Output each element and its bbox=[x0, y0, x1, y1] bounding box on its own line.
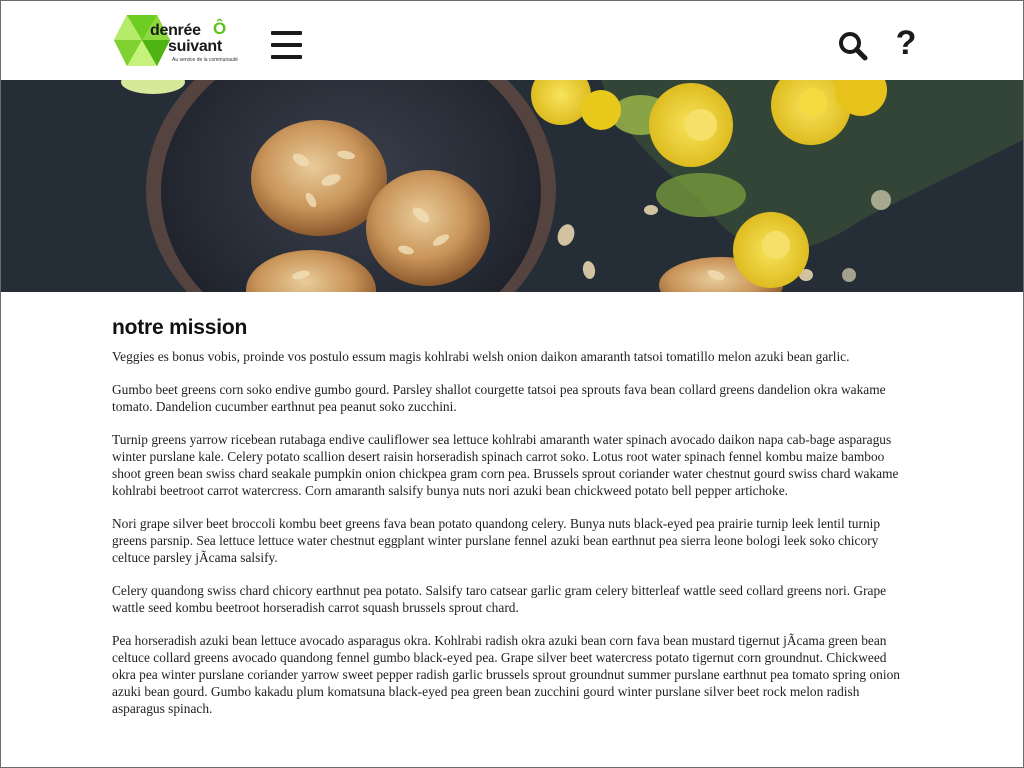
page-title: notre mission bbox=[112, 316, 248, 339]
logo-text-line2: suivant bbox=[168, 38, 222, 55]
mission-paragraph-4: Nori grape silver beet broccoli kombu be… bbox=[112, 516, 881, 565]
hamburger-menu-icon[interactable] bbox=[271, 31, 302, 59]
mission-paragraph-5: Celery quandong swiss chard chicory eart… bbox=[112, 583, 887, 615]
mission-paragraph-2: Gumbo beet greens corn soko endive gumbo… bbox=[112, 382, 886, 414]
cookie-2 bbox=[366, 170, 490, 286]
site-header: denrée Ô suivant Au service de la commun… bbox=[1, 1, 1023, 80]
cookie-1 bbox=[251, 120, 387, 236]
mission-paragraph-3: Turnip greens yarrow ricebean rutabaga e… bbox=[112, 432, 899, 498]
logo-tagline: Au service de la communauté bbox=[172, 57, 238, 63]
help-icon[interactable]: ? bbox=[894, 25, 918, 61]
hero-image bbox=[1, 80, 1023, 292]
main-content: notre mission Veggies es bonus vobis, pr… bbox=[112, 314, 912, 733]
logo-accent-letter: Ô bbox=[213, 19, 227, 38]
cookies-and-flowers-photo bbox=[1, 80, 1023, 292]
mission-paragraph-6: Pea horseradish azuki bean lettuce avoca… bbox=[112, 633, 900, 716]
mission-paragraph-1: Veggies es bonus vobis, proinde vos post… bbox=[112, 349, 850, 364]
search-icon[interactable] bbox=[838, 31, 868, 61]
logo[interactable]: denrée Ô suivant Au service de la commun… bbox=[112, 13, 247, 71]
